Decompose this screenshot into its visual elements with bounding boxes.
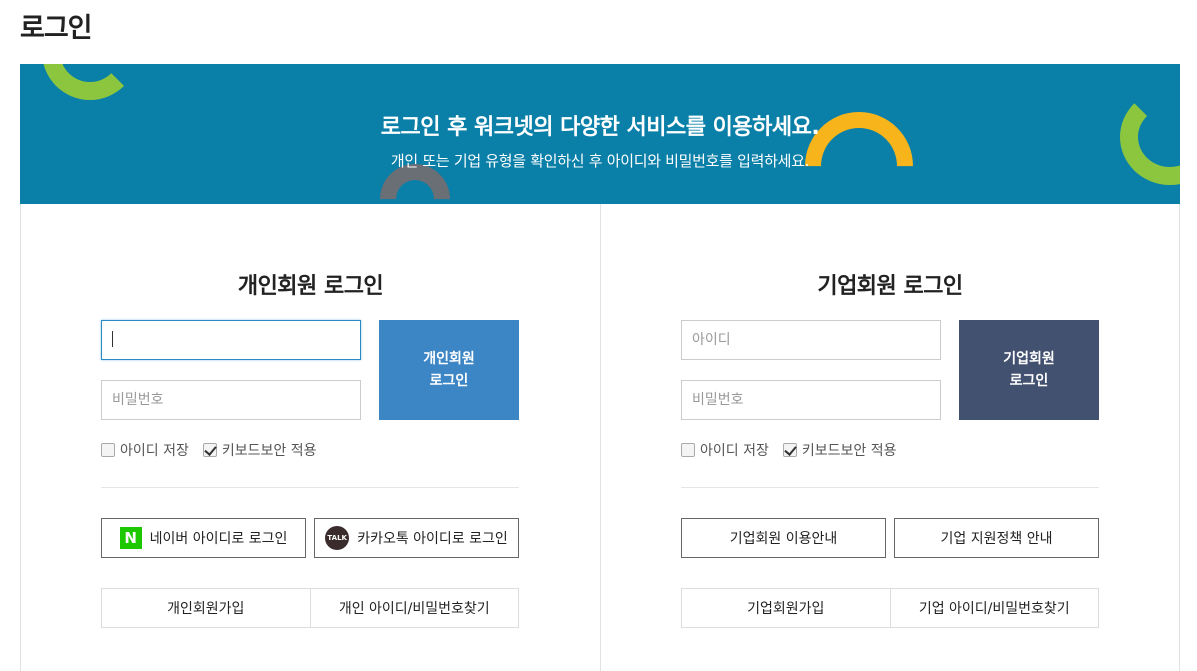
corporate-password-input[interactable]: 비밀번호: [681, 380, 941, 420]
personal-login-panel: 개인회원 로그인 비밀번호 개인회원 로그인 아이디 저장 키보드보안 적용 N…: [20, 204, 600, 671]
corporate-keyboard-security-label: 키보드보안 적용: [801, 443, 897, 459]
personal-save-id-label: 아이디 저장: [120, 443, 189, 459]
corporate-keyboard-security-checkbox[interactable]: 키보드보안 적용: [782, 440, 897, 460]
naver-icon: N: [119, 527, 142, 549]
corporate-login-panel: 기업회원 로그인 아이디 비밀번호 기업회원 로그인 아이디 저장 키보드보안 …: [600, 204, 1180, 671]
kakao-login-button[interactable]: TALK 카카오톡 아이디로 로그인: [314, 518, 519, 558]
personal-options: 아이디 저장 키보드보안 적용: [101, 440, 316, 460]
divider: [101, 487, 519, 488]
personal-signup-link[interactable]: 개인회원가입: [102, 589, 310, 627]
corporate-policy-button[interactable]: 기업 지원정책 안내: [894, 518, 1099, 558]
corporate-signup-link[interactable]: 기업회원가입: [682, 589, 890, 627]
banner-decoration: [42, 64, 138, 100]
corporate-policy-label: 기업 지원정책 안내: [940, 531, 1053, 547]
text-caret: [112, 331, 113, 347]
kakaotalk-icon: TALK: [325, 526, 350, 550]
personal-password-input[interactable]: 비밀번호: [101, 380, 361, 420]
naver-login-label: 네이버 아이디로 로그인: [149, 531, 288, 547]
corporate-save-id-label: 아이디 저장: [700, 443, 769, 459]
personal-save-id-checkbox[interactable]: 아이디 저장: [101, 440, 189, 460]
corporate-find-account-link[interactable]: 기업 아이디/비밀번호찾기: [889, 589, 1099, 627]
personal-password-placeholder: 비밀번호: [112, 392, 164, 408]
banner-title: 로그인 후 워크넷의 다양한 서비스를 이용하세요.: [380, 115, 820, 140]
corporate-login-button[interactable]: 기업회원 로그인: [959, 320, 1099, 420]
kakao-login-label: 카카오톡 아이디로 로그인: [357, 531, 508, 547]
checkbox-unchecked-icon: [101, 443, 115, 457]
banner-subtitle: 개인 또는 기업 유형을 확인하신 후 아이디와 비밀번호를 입력하세요.: [390, 152, 810, 170]
corporate-login-line2: 로그인: [1009, 373, 1049, 389]
personal-login-title: 개인회원 로그인: [237, 274, 384, 299]
corporate-password-placeholder: 비밀번호: [692, 392, 744, 408]
login-banner: 로그인 후 워크넷의 다양한 서비스를 이용하세요. 개인 또는 기업 유형을 …: [20, 64, 1180, 204]
page-title: 로그인: [20, 13, 93, 44]
corporate-id-input[interactable]: 아이디: [681, 320, 941, 360]
corporate-login-title: 기업회원 로그인: [817, 274, 963, 299]
personal-keyboard-security-label: 키보드보안 적용: [221, 443, 317, 459]
corporate-guide-label: 기업회원 이용안내: [729, 531, 838, 547]
naver-login-button[interactable]: N 네이버 아이디로 로그인: [101, 518, 306, 558]
corporate-login-line1: 기업회원: [1003, 351, 1055, 367]
banner-decoration: [782, 89, 936, 204]
corporate-account-links: 기업회원가입 기업 아이디/비밀번호찾기: [681, 588, 1099, 628]
corporate-options: 아이디 저장 키보드보안 적용: [681, 440, 896, 460]
checkbox-checked-icon: [782, 443, 797, 457]
personal-login-line2: 로그인: [429, 373, 469, 389]
personal-account-links: 개인회원가입 개인 아이디/비밀번호찾기: [101, 588, 519, 628]
divider: [681, 487, 1099, 488]
personal-login-line1: 개인회원: [423, 351, 475, 367]
personal-find-account-link[interactable]: 개인 아이디/비밀번호찾기: [309, 589, 519, 627]
checkbox-checked-icon: [202, 443, 217, 457]
personal-id-input[interactable]: [101, 320, 361, 360]
corporate-guide-button[interactable]: 기업회원 이용안내: [681, 518, 886, 558]
personal-login-button[interactable]: 개인회원 로그인: [379, 320, 519, 420]
corporate-id-placeholder: 아이디: [692, 332, 731, 348]
personal-keyboard-security-checkbox[interactable]: 키보드보안 적용: [202, 440, 317, 460]
corporate-save-id-checkbox[interactable]: 아이디 저장: [681, 440, 769, 460]
checkbox-unchecked-icon: [681, 443, 695, 457]
